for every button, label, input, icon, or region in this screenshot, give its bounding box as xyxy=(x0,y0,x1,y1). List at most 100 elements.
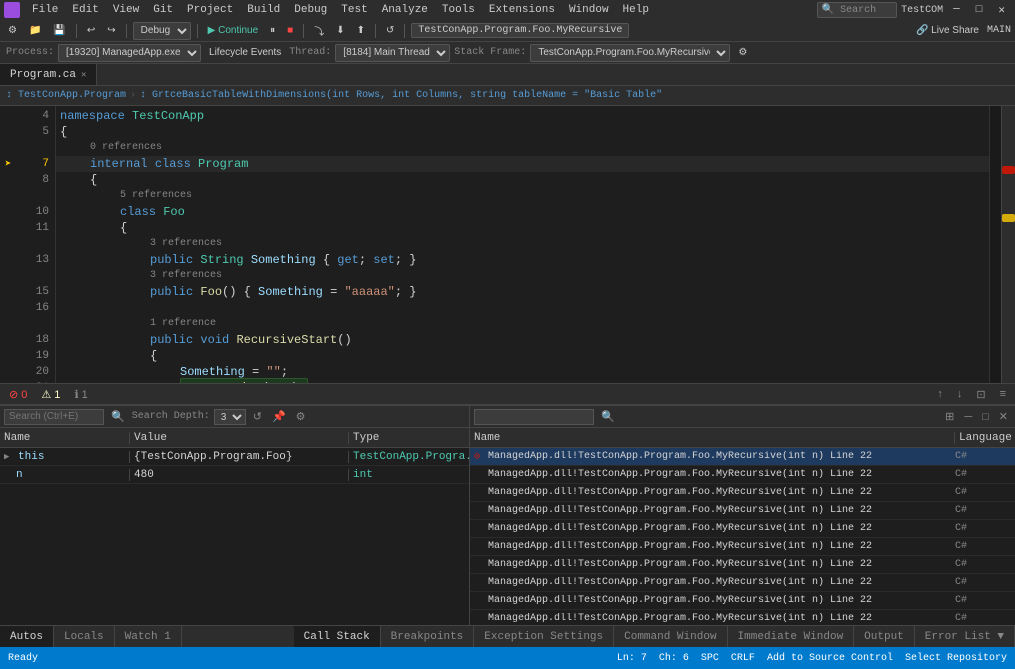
cs-col-lang-header: Language xyxy=(955,432,1015,444)
bookmarks-btn[interactable]: ⊡ xyxy=(973,387,988,402)
breadcrumb-segment1[interactable]: ↕ TestConApp.Program xyxy=(6,90,126,101)
tab-output[interactable]: Output xyxy=(854,626,915,647)
menu-extensions[interactable]: Extensions xyxy=(483,3,561,17)
window-minimize-btn[interactable]: ─ xyxy=(947,3,966,17)
tab-watch1[interactable]: Watch 1 xyxy=(115,626,182,647)
locals-pin-btn[interactable]: 📌 xyxy=(269,409,289,424)
tab-locals[interactable]: Locals xyxy=(54,626,115,647)
menu-test[interactable]: Test xyxy=(335,3,373,17)
cs-row-6[interactable]: ManagedApp.dll!TestConApp.Program.Foo.My… xyxy=(470,556,1015,574)
locals-settings-btn[interactable]: ⚙ xyxy=(293,409,309,424)
gutter-ln6 xyxy=(0,140,16,156)
locals-panel: 🔍 Search Depth: 3 ↺ 📌 ⚙ Name Value Type … xyxy=(0,406,470,625)
window-maximize-btn[interactable]: □ xyxy=(970,3,989,17)
cs-row-9[interactable]: ManagedApp.dll!TestConApp.Program.Foo.My… xyxy=(470,610,1015,625)
toolbar-btn-3[interactable]: 💾 xyxy=(49,24,69,37)
breadcrumb-segment2[interactable]: ↕ GrtceBasicTableWithDimensions(int Rows… xyxy=(140,90,662,101)
gutter-ln12 xyxy=(0,236,16,252)
step-out-btn[interactable]: ⬆ xyxy=(353,24,369,37)
stop-btn[interactable]: ■ xyxy=(283,24,297,37)
menu-file[interactable]: File xyxy=(26,3,64,17)
warning-count-btn[interactable]: ⚠ 1 xyxy=(38,387,63,402)
menu-window[interactable]: Window xyxy=(563,3,615,17)
select-repository-btn[interactable]: Select Repository xyxy=(905,653,1007,664)
toolbar-btn-redo[interactable]: ↪ xyxy=(103,24,119,37)
toolbar-btn-1[interactable]: ⚙ xyxy=(4,24,21,37)
toolbar-btn-undo[interactable]: ↩ xyxy=(83,24,99,37)
callstack-minimize-btn[interactable]: ─ xyxy=(961,410,975,424)
bottom-panels: 🔍 Search Depth: 3 ↺ 📌 ⚙ Name Value Type … xyxy=(0,405,1015,625)
tab-immediate-window[interactable]: Immediate Window xyxy=(728,626,855,647)
cs-row-0[interactable]: ⊙ManagedApp.dll!TestConApp.Program.Foo.M… xyxy=(470,448,1015,466)
callstack-search-btn[interactable]: 🔍 xyxy=(598,409,618,424)
tab-exception-settings[interactable]: Exception Settings xyxy=(474,626,614,647)
menu-debug[interactable]: Debug xyxy=(288,3,333,17)
error-count-btn[interactable]: ⊘ 0 xyxy=(6,387,30,402)
tab-program-cs[interactable]: Program.ca ✕ xyxy=(0,64,97,85)
cs-row-name-3: ManagedApp.dll!TestConApp.Program.Foo.My… xyxy=(488,505,955,516)
editor-scrollbar[interactable] xyxy=(1001,106,1015,383)
pause-btn[interactable]: ⏸ xyxy=(266,24,279,37)
window-close-btn[interactable]: ✕ xyxy=(992,2,1011,18)
locals-search-btn[interactable]: 🔍 xyxy=(108,409,128,424)
process-bar: Process: [19320] ManagedApp.exe Lifecycl… xyxy=(0,42,1015,64)
cs-row-4[interactable]: ManagedApp.dll!TestConApp.Program.Foo.My… xyxy=(470,520,1015,538)
step-into-btn[interactable]: ⬇ xyxy=(332,24,348,37)
locals-refresh-btn[interactable]: ↺ xyxy=(250,409,265,424)
gutter-ln18 xyxy=(0,332,16,348)
sep4 xyxy=(303,24,304,38)
tab-error-list[interactable]: Error List ▼ xyxy=(915,626,1015,647)
toolbar-btn-2[interactable]: 📁 xyxy=(25,24,45,37)
scrollbar-bp-indicator xyxy=(1002,166,1015,174)
callstack-search-input[interactable] xyxy=(474,409,594,425)
code-content[interactable]: namespace TestConApp { 0 references inte… xyxy=(56,106,989,383)
code-line-8: { xyxy=(56,172,989,188)
stack-frame-selector[interactable]: TestConApp.Program.Foo.MyRecursive xyxy=(411,23,629,38)
tab-command-window[interactable]: Command Window xyxy=(614,626,727,647)
nav-next-btn[interactable]: ↓ xyxy=(954,387,966,401)
cs-row-1[interactable]: ManagedApp.dll!TestConApp.Program.Foo.My… xyxy=(470,466,1015,484)
live-share-btn[interactable]: 🔗 Live Share xyxy=(912,24,983,37)
nav-prev-btn[interactable]: ↑ xyxy=(934,387,946,401)
callstack-columns-btn[interactable]: ⊞ xyxy=(942,409,957,424)
menu-project[interactable]: Project xyxy=(181,3,239,17)
process-settings-btn[interactable]: ⚙ xyxy=(734,46,751,59)
tasks-btn[interactable]: ≡ xyxy=(997,387,1009,401)
cs-row-3[interactable]: ManagedApp.dll!TestConApp.Program.Foo.My… xyxy=(470,502,1015,520)
cs-row-lang-3: C# xyxy=(955,505,1015,516)
menu-edit[interactable]: Edit xyxy=(66,3,104,17)
add-to-source-control-btn[interactable]: Add to Source Control xyxy=(767,653,893,664)
cs-row-8[interactable]: ManagedApp.dll!TestConApp.Program.Foo.My… xyxy=(470,592,1015,610)
info-count-btn[interactable]: ℹ 1 xyxy=(71,387,90,402)
process-dropdown[interactable]: [19320] ManagedApp.exe xyxy=(58,44,201,62)
config-dropdown[interactable]: Debug xyxy=(133,22,191,40)
tab-autos[interactable]: Autos xyxy=(0,626,54,647)
search-depth-dropdown[interactable]: 3 xyxy=(214,409,246,425)
lifecycle-events-btn[interactable]: Lifecycle Events xyxy=(205,46,285,59)
tab-close-btn[interactable]: ✕ xyxy=(81,70,86,80)
callstack-close-btn[interactable]: ✕ xyxy=(996,409,1011,424)
thread-dropdown[interactable]: [8184] Main Thread xyxy=(335,44,450,62)
menu-help[interactable]: Help xyxy=(617,3,655,17)
stack-frame-dropdown[interactable]: TestConApp.Program.Foo.MyRecursive xyxy=(530,44,730,62)
gutter-ln7: ➤ xyxy=(0,156,16,172)
menu-tools[interactable]: Tools xyxy=(436,3,481,17)
step-over-btn[interactable]: ⤵ xyxy=(310,22,328,39)
menu-build[interactable]: Build xyxy=(241,3,286,17)
menu-git[interactable]: Git xyxy=(147,3,179,17)
gutter-ln19 xyxy=(0,348,16,364)
cs-row-5[interactable]: ManagedApp.dll!TestConApp.Program.Foo.My… xyxy=(470,538,1015,556)
cs-row-7[interactable]: ManagedApp.dll!TestConApp.Program.Foo.My… xyxy=(470,574,1015,592)
tab-breakpoints[interactable]: Breakpoints xyxy=(381,626,475,647)
locals-search-input[interactable] xyxy=(4,409,104,425)
menu-view[interactable]: View xyxy=(107,3,145,17)
menu-analyze[interactable]: Analyze xyxy=(376,3,434,17)
search-box-btn[interactable]: 🔍 Search xyxy=(817,2,897,18)
restart-btn[interactable]: ↺ xyxy=(382,24,398,37)
continue-btn[interactable]: ▶ Continue xyxy=(204,24,263,37)
locals-row-this[interactable]: ▶ this {TestConApp.Program.Foo} TestConA… xyxy=(0,448,469,466)
cs-row-2[interactable]: ManagedApp.dll!TestConApp.Program.Foo.My… xyxy=(470,484,1015,502)
tab-callstack[interactable]: Call Stack xyxy=(294,626,381,647)
callstack-maximize-btn[interactable]: □ xyxy=(979,410,992,424)
locals-row-n[interactable]: n 480 int xyxy=(0,466,469,484)
